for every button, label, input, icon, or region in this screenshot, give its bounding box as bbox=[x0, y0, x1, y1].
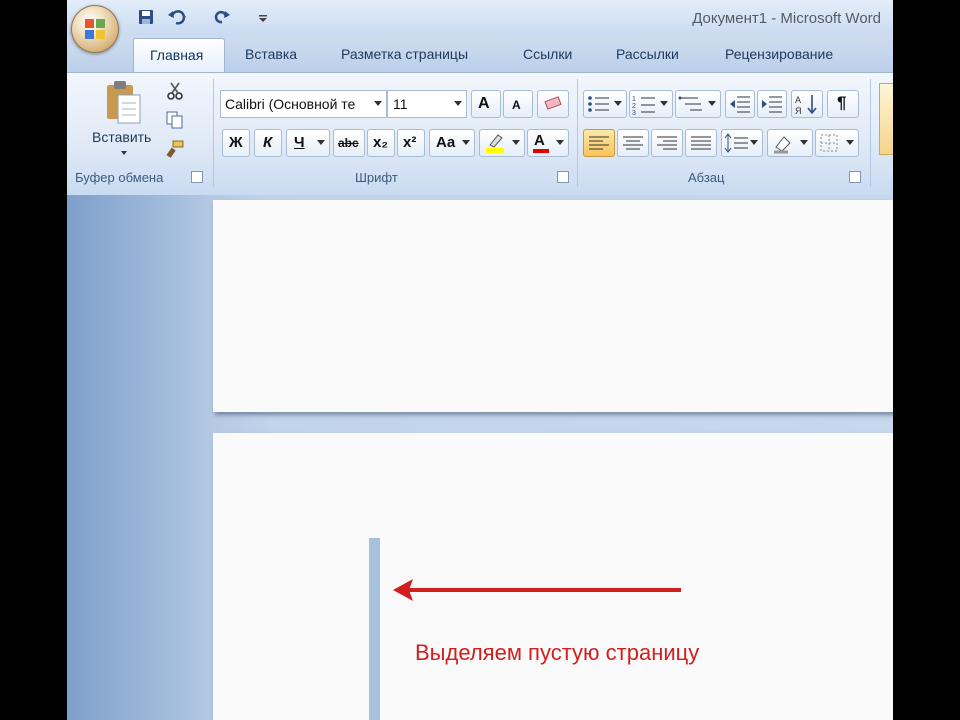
paste-button-label[interactable]: Вставить bbox=[92, 129, 151, 145]
grow-font-button[interactable]: A bbox=[471, 90, 501, 118]
clipboard-group-label: Буфер обмена bbox=[75, 170, 164, 185]
italic-button[interactable]: К bbox=[254, 129, 282, 157]
redo-icon[interactable] bbox=[213, 8, 231, 26]
superscript-button[interactable]: x² bbox=[397, 129, 425, 157]
customize-qat-icon[interactable] bbox=[257, 8, 275, 26]
divider bbox=[870, 79, 871, 187]
justify-icon[interactable] bbox=[685, 129, 717, 157]
change-case-button[interactable]: Aa bbox=[429, 129, 475, 157]
window-title: Документ1 - Microsoft Word bbox=[692, 10, 881, 27]
annotation-text: Выделяем пустую страницу bbox=[415, 640, 700, 665]
borders-icon[interactable] bbox=[815, 129, 859, 157]
multilevel-icon[interactable] bbox=[675, 90, 721, 118]
strikethrough-button[interactable]: abc bbox=[333, 129, 365, 157]
tab-home[interactable]: Главная bbox=[133, 38, 225, 75]
svg-text:Я: Я bbox=[795, 106, 802, 116]
shrink-font-button[interactable]: A bbox=[503, 90, 533, 118]
sort-icon[interactable]: АЯ bbox=[791, 90, 823, 118]
styles-gallery[interactable] bbox=[879, 83, 893, 155]
bullets-icon[interactable] bbox=[583, 90, 627, 118]
font-launcher[interactable] bbox=[557, 171, 569, 183]
numbering-icon[interactable]: 123 bbox=[629, 90, 673, 118]
line-spacing-icon[interactable] bbox=[721, 129, 763, 157]
tab-references[interactable]: Ссылки bbox=[523, 46, 572, 62]
eraser-icon bbox=[544, 96, 562, 110]
office-logo-icon bbox=[85, 19, 105, 39]
save-icon[interactable] bbox=[137, 8, 155, 26]
align-center-icon[interactable] bbox=[617, 129, 649, 157]
increase-indent-icon[interactable] bbox=[757, 90, 787, 118]
svg-text:1: 1 bbox=[632, 96, 636, 103]
subscript-button[interactable]: x₂ bbox=[367, 129, 395, 157]
align-right-icon[interactable] bbox=[651, 129, 683, 157]
clear-formatting-button[interactable] bbox=[537, 90, 569, 118]
font-group-label: Шрифт bbox=[355, 170, 398, 185]
highlight-button[interactable] bbox=[479, 129, 525, 157]
font-family-select[interactable]: Calibri (Основной те bbox=[220, 90, 387, 118]
shading-icon[interactable] bbox=[767, 129, 813, 157]
align-left-icon[interactable] bbox=[583, 129, 615, 157]
paragraph-group-label: Абзац bbox=[688, 170, 725, 185]
show-formatting-button[interactable]: ¶ bbox=[827, 90, 859, 118]
tab-review[interactable]: Рецензирование bbox=[725, 46, 833, 62]
tab-insert[interactable]: Вставка bbox=[245, 46, 297, 62]
clipboard-launcher[interactable] bbox=[191, 171, 203, 183]
bold-button[interactable]: Ж bbox=[222, 129, 250, 157]
title-bar: Документ1 - Microsoft Word bbox=[67, 0, 893, 36]
font-size-select[interactable]: 11 bbox=[387, 90, 467, 118]
word-window: Документ1 - Microsoft Word Вставка Разме… bbox=[67, 0, 893, 720]
paste-icon[interactable] bbox=[103, 79, 143, 125]
svg-text:2: 2 bbox=[632, 103, 636, 110]
decrease-indent-icon[interactable] bbox=[725, 90, 755, 118]
font-color-button[interactable]: A bbox=[527, 129, 569, 157]
red-arrow-icon bbox=[393, 579, 681, 601]
document-area: Выделяем пустую страницу bbox=[67, 195, 893, 720]
cut-icon[interactable] bbox=[165, 81, 185, 101]
paste-dropdown-icon[interactable] bbox=[121, 151, 127, 155]
svg-text:А: А bbox=[795, 95, 801, 105]
divider bbox=[213, 79, 214, 187]
tab-page-layout[interactable]: Разметка страницы bbox=[341, 46, 468, 62]
office-button[interactable] bbox=[71, 5, 119, 53]
svg-text:3: 3 bbox=[632, 110, 636, 117]
highlighter-icon bbox=[486, 134, 504, 153]
ribbon: Вставить Буфер обмена Calibri (Основной … bbox=[67, 72, 893, 196]
format-painter-icon[interactable] bbox=[165, 139, 185, 159]
document-page-2[interactable]: Выделяем пустую страницу bbox=[213, 433, 893, 720]
document-page-1[interactable] bbox=[213, 200, 893, 412]
selection-bar bbox=[369, 538, 380, 720]
copy-icon[interactable] bbox=[165, 110, 185, 130]
paragraph-launcher[interactable] bbox=[849, 171, 861, 183]
divider bbox=[577, 79, 578, 187]
undo-icon[interactable] bbox=[167, 8, 186, 26]
tab-mailings[interactable]: Рассылки bbox=[616, 46, 679, 62]
underline-button[interactable]: Ч bbox=[286, 129, 330, 157]
